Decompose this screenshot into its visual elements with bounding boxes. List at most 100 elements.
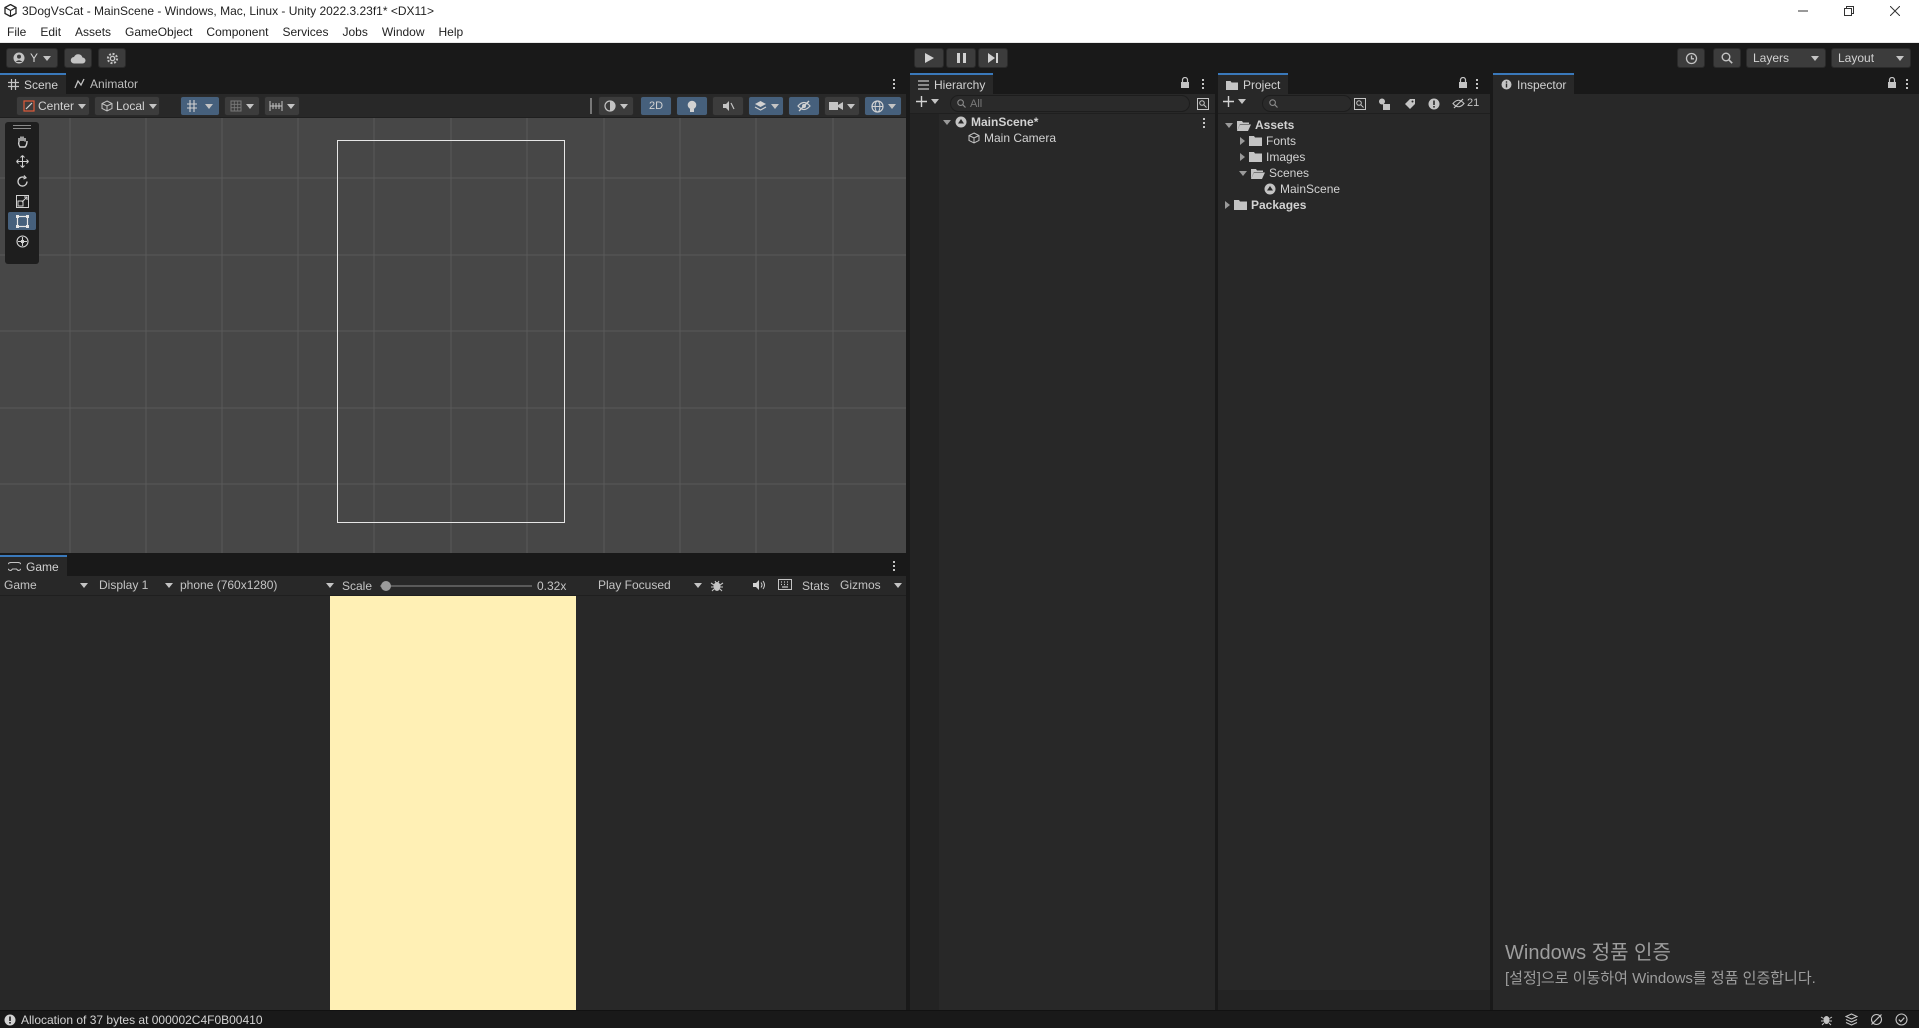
project-asset-mainscene[interactable]: MainScene: [1264, 181, 1340, 197]
menu-assets[interactable]: Assets: [68, 22, 118, 43]
progress-check-icon[interactable]: [1895, 1013, 1908, 1026]
display-dropdown[interactable]: Display 1: [99, 578, 173, 592]
scale-slider-handle[interactable]: [381, 581, 391, 591]
effects-dropdown[interactable]: [748, 96, 784, 116]
search-by-type-icon[interactable]: [1354, 98, 1366, 110]
menu-help[interactable]: Help: [432, 22, 471, 43]
project-folder-scenes[interactable]: Scenes: [1239, 165, 1309, 181]
expand-arrow-icon[interactable]: [943, 119, 951, 125]
project-folder-images[interactable]: Images: [1240, 149, 1305, 165]
grid-snap-toggle[interactable]: [180, 96, 220, 116]
menu-component[interactable]: Component: [199, 22, 275, 43]
tab-scene[interactable]: Scene: [0, 73, 67, 94]
menu-edit[interactable]: Edit: [33, 22, 68, 43]
debug-icon[interactable]: [1820, 1013, 1833, 1026]
scale-tool[interactable]: [8, 192, 36, 210]
hierarchy-lock-icon[interactable]: [1180, 77, 1190, 88]
transform-tool[interactable]: [8, 232, 36, 250]
camera-settings-dropdown[interactable]: [824, 96, 860, 116]
collapse-arrow-icon[interactable]: [1240, 137, 1245, 145]
game-view[interactable]: [0, 596, 906, 1010]
view-dropdown[interactable]: Game: [4, 578, 88, 592]
console-warning-icon[interactable]: [1428, 98, 1440, 110]
keyboard-shortcuts-button[interactable]: [778, 579, 792, 590]
scene-visibility-toggle[interactable]: [788, 96, 820, 116]
palette-drag-handle[interactable]: [7, 124, 37, 130]
hierarchy-item-main-camera[interactable]: Main Camera: [968, 130, 1056, 146]
scene-view[interactable]: [0, 118, 906, 553]
hand-tool[interactable]: [8, 132, 36, 150]
project-create-button[interactable]: [1223, 96, 1246, 107]
menu-services[interactable]: Services: [275, 22, 335, 43]
hierarchy-search-input[interactable]: All: [950, 95, 1190, 112]
project-search-input[interactable]: [1262, 95, 1352, 112]
tab-animator[interactable]: Animator: [66, 73, 146, 94]
pivot-dropdown[interactable]: Center: [16, 96, 90, 116]
frame-debugger-button[interactable]: [710, 579, 724, 592]
grid-settings-dropdown[interactable]: [264, 96, 300, 116]
audio-toggle[interactable]: [712, 96, 744, 116]
collapse-arrow-icon[interactable]: [1225, 201, 1230, 209]
close-button[interactable]: [1872, 0, 1918, 22]
rect-tool[interactable]: [8, 212, 36, 230]
cache-server-icon[interactable]: [1845, 1013, 1858, 1026]
auto-generate-lighting-icon[interactable]: [1870, 1013, 1883, 1026]
menu-gameobject[interactable]: GameObject: [118, 22, 199, 43]
lighting-toggle[interactable]: [676, 96, 708, 116]
search-button[interactable]: [1713, 48, 1741, 68]
search-by-label-icon[interactable]: [1378, 98, 1391, 110]
tab-inspector[interactable]: Inspector: [1493, 73, 1575, 94]
play-button[interactable]: [914, 48, 944, 68]
project-lock-icon[interactable]: [1458, 77, 1468, 88]
inspector-lock-icon[interactable]: [1887, 77, 1897, 88]
tab-hierarchy[interactable]: Hierarchy: [910, 73, 994, 94]
project-folder-fonts[interactable]: Fonts: [1240, 133, 1296, 149]
hierarchy-search-options-icon[interactable]: [1197, 98, 1209, 110]
undo-history-button[interactable]: [1677, 48, 1705, 68]
pause-button[interactable]: [946, 48, 976, 68]
restore-button[interactable]: [1826, 0, 1872, 22]
expand-arrow-icon[interactable]: [1239, 170, 1247, 176]
space-dropdown[interactable]: Local: [94, 96, 160, 116]
scene-panel-menu-icon[interactable]: [893, 79, 896, 89]
gizmos-dropdown[interactable]: [864, 96, 902, 116]
expand-arrow-icon[interactable]: [1225, 122, 1233, 128]
tab-project[interactable]: Project: [1218, 73, 1289, 94]
mute-audio-button[interactable]: [752, 579, 766, 591]
cloud-button[interactable]: [64, 48, 92, 68]
game-gizmos-dropdown[interactable]: Gizmos: [840, 578, 902, 592]
hierarchy-scene-row[interactable]: MainScene*: [943, 114, 1038, 130]
move-tool[interactable]: [8, 152, 36, 170]
hidden-packages-toggle[interactable]: 21: [1452, 97, 1479, 109]
hierarchy-menu-icon[interactable]: [1202, 79, 1205, 89]
menu-jobs[interactable]: Jobs: [335, 22, 374, 43]
account-label: Y: [30, 51, 39, 65]
project-folder-packages[interactable]: Packages: [1225, 197, 1306, 213]
tag-icon[interactable]: [1404, 98, 1416, 110]
minimize-button[interactable]: [1780, 0, 1826, 22]
tab-game[interactable]: Game: [0, 555, 67, 576]
play-mode-dropdown[interactable]: Play Focused: [598, 578, 702, 592]
layers-dropdown[interactable]: Layers: [1746, 48, 1826, 68]
shading-mode-dropdown[interactable]: [598, 96, 634, 116]
scale-slider[interactable]: [380, 580, 532, 592]
game-panel-menu-icon[interactable]: [893, 561, 896, 571]
layout-dropdown[interactable]: Layout: [1831, 48, 1911, 68]
hierarchy-create-button[interactable]: [916, 96, 939, 107]
scene-row-menu-icon[interactable]: [1203, 118, 1206, 128]
project-menu-icon[interactable]: [1476, 79, 1479, 89]
menu-window[interactable]: Window: [375, 22, 432, 43]
inspector-menu-icon[interactable]: [1906, 79, 1909, 89]
resolution-dropdown[interactable]: phone (760x1280): [180, 578, 334, 592]
project-folder-assets[interactable]: Assets: [1225, 117, 1294, 133]
step-button[interactable]: [978, 48, 1008, 68]
stats-button[interactable]: Stats: [802, 579, 829, 593]
settings-button[interactable]: [98, 48, 126, 68]
snap-increment-dropdown[interactable]: [224, 96, 260, 116]
console-message[interactable]: Allocation of 37 bytes at 000002C4F0B004…: [4, 1013, 263, 1027]
menu-file[interactable]: File: [0, 22, 33, 43]
collapse-arrow-icon[interactable]: [1240, 153, 1245, 161]
mode-2d-toggle[interactable]: 2D: [640, 96, 672, 116]
account-dropdown[interactable]: Y: [6, 48, 58, 68]
rotate-tool[interactable]: [8, 172, 36, 190]
